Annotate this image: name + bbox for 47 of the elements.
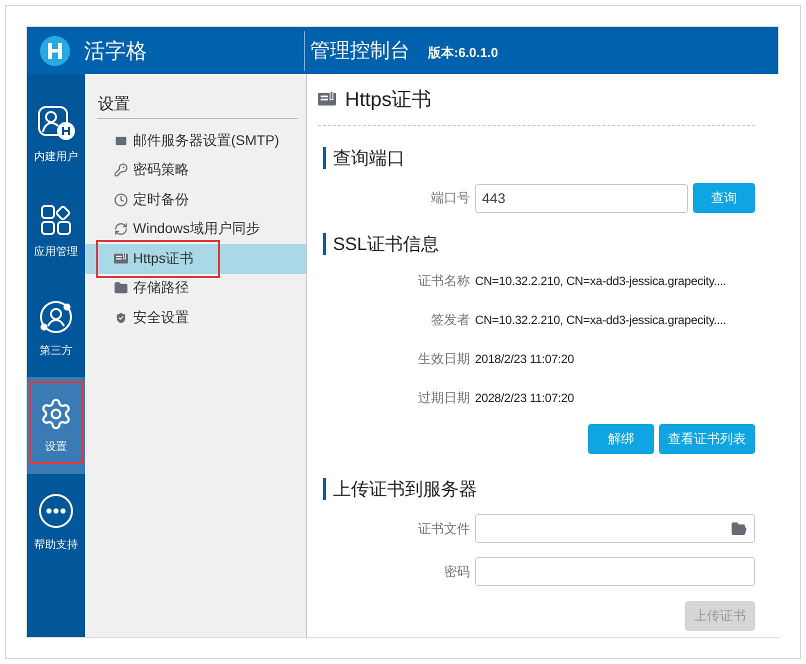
menu-item[interactable]: 邮件服务器设置(SMTP): [85, 126, 306, 156]
version-label: 版本:6.0.1.0: [428, 44, 498, 62]
settings-icon: [39, 397, 73, 431]
menu-item[interactable]: 定时备份: [85, 185, 306, 214]
field-label: 过期日期: [417, 389, 470, 407]
user-icon: [37, 105, 75, 141]
menu-item[interactable]: 存储路径: [85, 274, 306, 303]
folder-icon[interactable]: [731, 520, 747, 536]
certificate-icon: [318, 92, 336, 107]
file-field[interactable]: [475, 514, 755, 543]
clock-icon: [114, 192, 128, 207]
nav-item[interactable]: 帮助支持: [27, 474, 85, 571]
field-label: 证书名称: [417, 272, 470, 290]
shield-icon: [114, 310, 128, 325]
section-heading: 上传证书到服务器: [323, 478, 755, 500]
apps-grid-icon: [40, 204, 72, 236]
nav-item[interactable]: 应用管理: [27, 183, 85, 280]
port-field[interactable]: 443: [475, 184, 688, 212]
menu-item[interactable]: 密码策略: [85, 156, 306, 185]
logo-icon: [40, 36, 70, 66]
console-title: 管理控制台: [310, 39, 410, 64]
field-label: 端口号: [430, 189, 470, 207]
brand-name: 活字格: [84, 38, 147, 64]
nav-item[interactable]: 内建用户: [27, 86, 85, 183]
folder-icon: [114, 281, 128, 296]
key-icon: [114, 163, 128, 178]
nav-item[interactable]: 设置: [27, 377, 85, 474]
field-value: CN=10.32.2.210, CN=xa-dd3-jessica.grapecity....: [475, 274, 726, 288]
nav-item[interactable]: 第三方: [27, 280, 85, 377]
section-heading: SSL证书信息: [323, 233, 755, 255]
field-value: 2028/2/23 11:07:20: [475, 391, 574, 405]
field-label: 证书文件: [417, 520, 470, 538]
field-value: 2018/2/23 11:07:20: [475, 352, 574, 366]
password-field[interactable]: [475, 557, 755, 586]
sync-icon: [114, 222, 128, 236]
section-heading: 查询端口: [323, 147, 755, 169]
field-value: CN=10.32.2.210, CN=xa-dd3-jessica.grapecity....: [475, 313, 726, 327]
field-label: 密码: [443, 562, 470, 580]
menu-item[interactable]: Windows域用户同步: [85, 214, 306, 244]
user-circle-icon: [38, 299, 74, 335]
menu-item[interactable]: 安全设置: [85, 303, 306, 332]
certificate-icon: [114, 253, 128, 264]
more-icon: [38, 493, 74, 529]
page-title: Https证书: [345, 88, 432, 113]
field-label: 签发者: [430, 311, 470, 329]
field-label: 生效日期: [417, 350, 470, 368]
menu-title: 设置: [97, 94, 298, 119]
